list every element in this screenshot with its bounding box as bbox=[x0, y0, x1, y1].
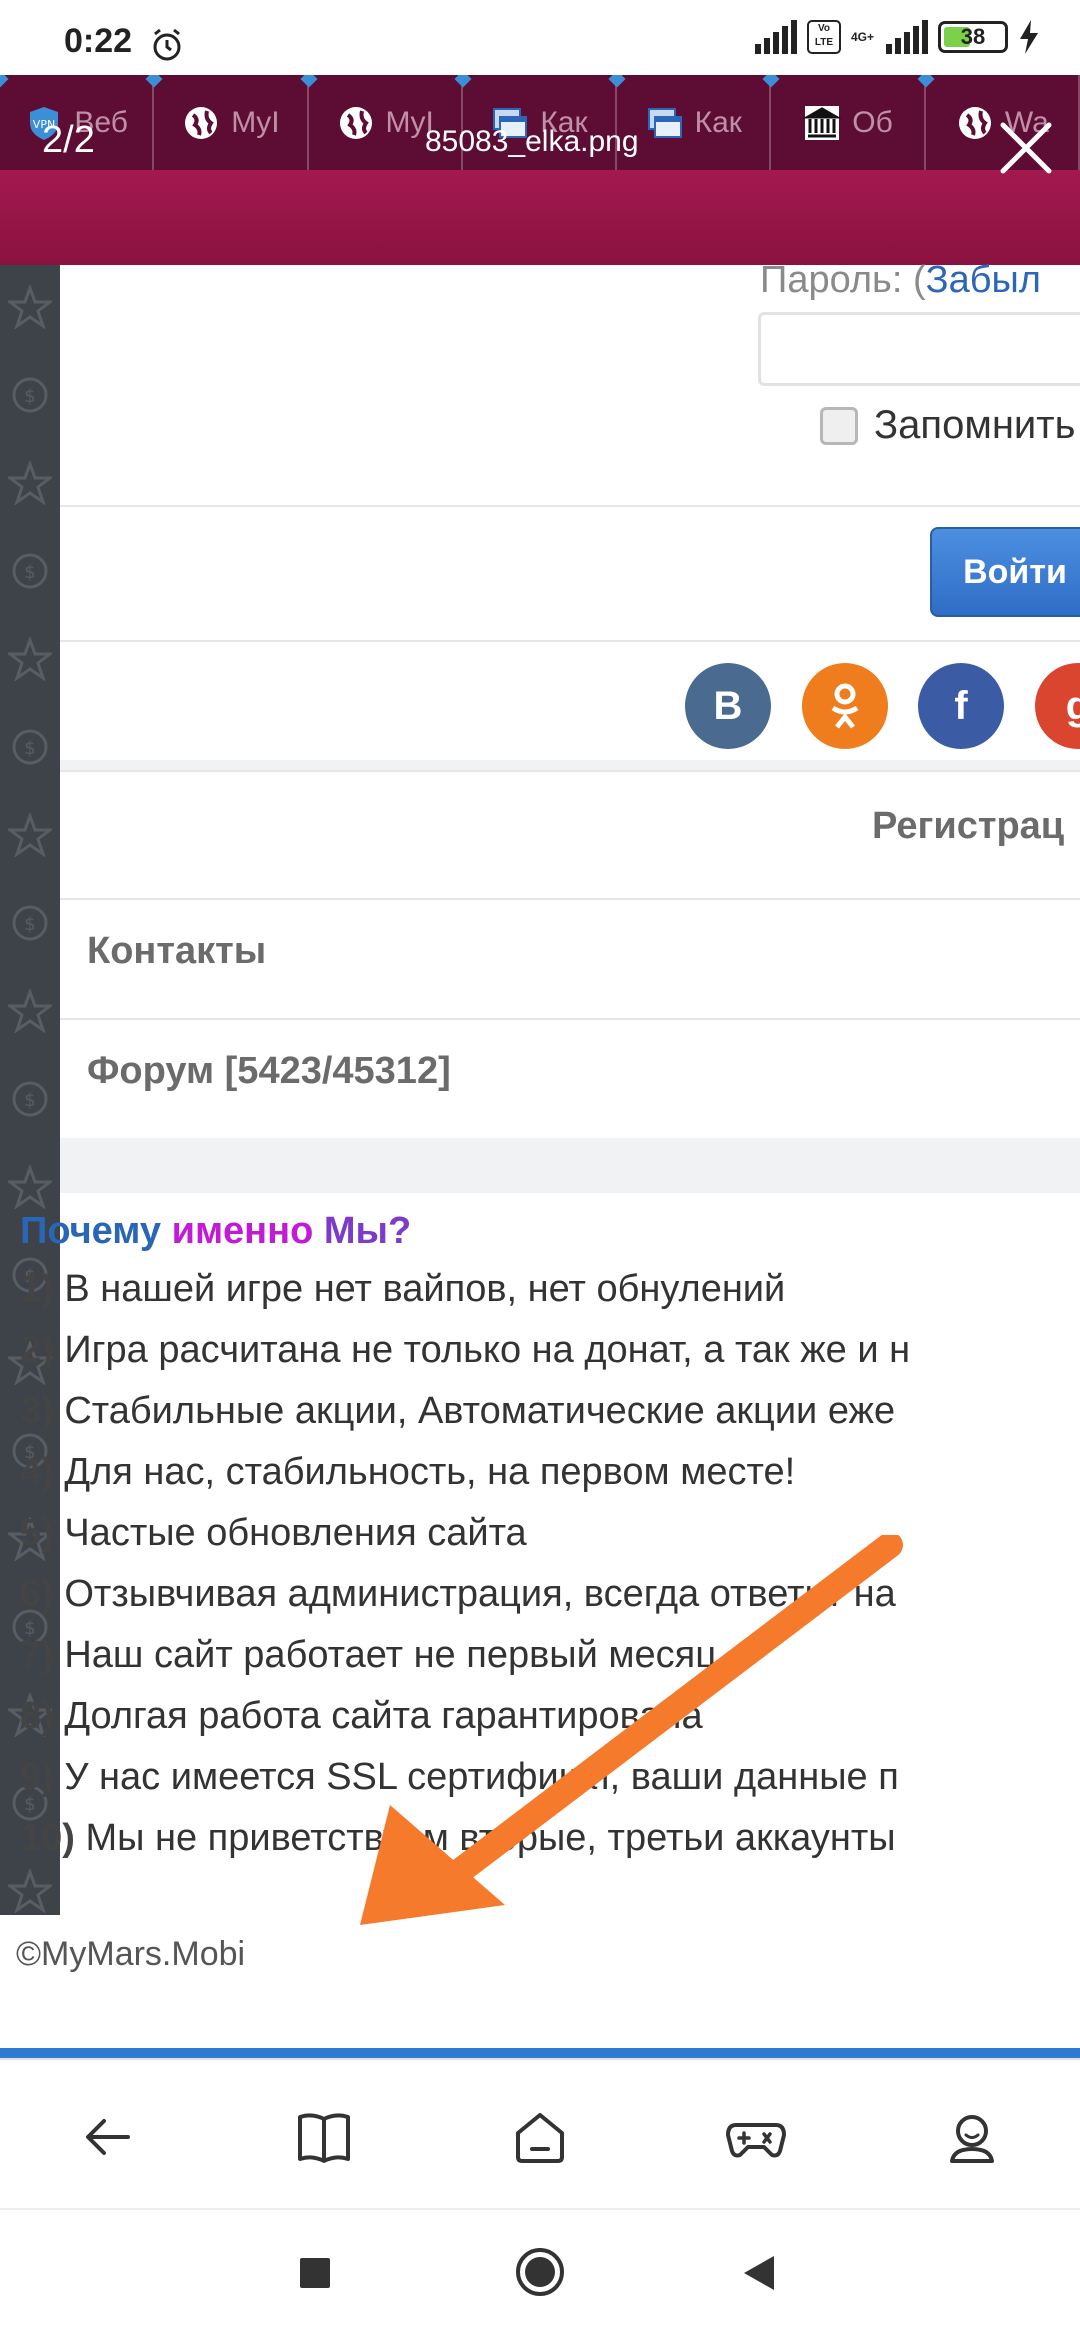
coin-icon: $ bbox=[12, 553, 48, 589]
svg-text:$: $ bbox=[24, 914, 35, 935]
password-field[interactable] bbox=[758, 312, 1080, 386]
reason-text: Игра расчитана не только на донат, а так… bbox=[53, 1329, 911, 1371]
password-label: Пароль: (Забыл bbox=[760, 259, 1041, 301]
system-navigation-bar bbox=[0, 2208, 1080, 2340]
status-bar: 0:22 Vo LTE 4G+ 38 bbox=[0, 0, 1080, 75]
star-icon bbox=[8, 1165, 52, 1209]
charging-icon bbox=[1020, 20, 1038, 54]
star-icon bbox=[8, 637, 52, 681]
home-button-icon[interactable] bbox=[514, 2246, 566, 2298]
star-icon bbox=[8, 461, 52, 505]
signal-icon bbox=[754, 20, 797, 54]
site-header-bar bbox=[0, 170, 1080, 265]
globe-icon bbox=[339, 106, 372, 139]
odnoklassniki-button[interactable] bbox=[802, 663, 888, 749]
reason-text: Для нас, стабильность, на первом месте! bbox=[53, 1451, 796, 1493]
image-filename: 85083_elka.png bbox=[425, 125, 639, 158]
reason-number: 1) bbox=[20, 1268, 54, 1310]
battery-level: 38 bbox=[960, 24, 986, 49]
back-arrow-icon[interactable] bbox=[76, 2105, 140, 2169]
tab-label: Как bbox=[694, 105, 742, 139]
games-icon[interactable] bbox=[724, 2105, 788, 2169]
tab-indicator bbox=[0, 75, 9, 88]
star-icon bbox=[8, 1869, 52, 1913]
reason-number: 5) bbox=[20, 1512, 54, 1554]
reason-number: 10) bbox=[20, 1817, 75, 1859]
horizontal-scrollbar[interactable] bbox=[0, 2048, 1080, 2058]
vk-button[interactable]: B bbox=[685, 663, 771, 749]
profile-icon[interactable] bbox=[940, 2105, 1004, 2169]
reason-text: Стабильные акции, Автоматические акции е… bbox=[53, 1390, 896, 1432]
close-icon[interactable] bbox=[995, 117, 1057, 179]
reason-number: 3) bbox=[20, 1390, 54, 1432]
reason-number: 8) bbox=[20, 1695, 54, 1737]
browser-tab[interactable]: Как bbox=[608, 75, 772, 170]
coin-icon: $ bbox=[12, 377, 48, 413]
register-link[interactable]: Регистрац bbox=[872, 805, 1064, 848]
reason-item: 4) Для нас, стабильность, на первом мест… bbox=[20, 1451, 795, 1494]
tab-label: Об bbox=[852, 105, 893, 139]
battery-icon: 38 bbox=[938, 21, 1008, 53]
coin-icon: $ bbox=[12, 905, 48, 941]
svg-text:$: $ bbox=[24, 562, 35, 583]
reason-number: 9) bbox=[20, 1756, 54, 1798]
reason-number: 2) bbox=[20, 1329, 54, 1371]
bank-icon bbox=[802, 105, 842, 140]
reason-item: 3) Стабильные акции, Автоматические акци… bbox=[20, 1390, 895, 1433]
coin-icon: $ bbox=[12, 729, 48, 765]
browser-tab[interactable]: Об bbox=[762, 75, 926, 170]
why-us-title: Почему именно Мы? bbox=[20, 1210, 412, 1252]
globe-icon bbox=[185, 106, 218, 139]
footer-copyright: ©MyMars.Mobi bbox=[16, 1935, 246, 1973]
network-type: 4G+ bbox=[850, 30, 874, 44]
star-icon bbox=[8, 813, 52, 857]
reason-number: 7) bbox=[20, 1634, 54, 1676]
bookmarks-icon[interactable] bbox=[292, 2105, 356, 2169]
home-icon[interactable] bbox=[508, 2105, 572, 2169]
reason-number: 4) bbox=[20, 1451, 54, 1493]
forum-link[interactable]: Форум [5423/45312] bbox=[87, 1050, 451, 1093]
reason-number: 6) bbox=[20, 1573, 54, 1615]
login-button[interactable]: Войти bbox=[930, 527, 1080, 617]
svg-text:$: $ bbox=[24, 1090, 35, 1111]
tab-label: MyI bbox=[231, 105, 280, 139]
image-counter: 2/2 bbox=[42, 119, 95, 161]
svg-text:$: $ bbox=[24, 738, 35, 759]
status-icons: Vo LTE 4G+ 38 bbox=[753, 20, 1040, 54]
reason-text: В нашей игре нет вайпов, нет обнулений bbox=[53, 1268, 786, 1310]
remember-me[interactable]: Запомнить bbox=[820, 403, 1075, 448]
alarm-icon bbox=[153, 28, 181, 61]
star-icon bbox=[8, 989, 52, 1033]
globe-icon bbox=[958, 106, 991, 139]
facebook-button[interactable]: f bbox=[918, 663, 1004, 749]
browser-bottom-nav bbox=[0, 2058, 1080, 2208]
window-icon bbox=[647, 107, 682, 138]
reason-item: 2) Игра расчитана не только на донат, а … bbox=[20, 1329, 910, 1372]
volte-icon: Vo LTE bbox=[806, 20, 841, 54]
back-triangle-icon[interactable] bbox=[742, 2254, 776, 2292]
remember-checkbox[interactable] bbox=[820, 406, 858, 445]
svg-text:$: $ bbox=[24, 386, 35, 407]
remember-label: Запомнить bbox=[874, 403, 1076, 447]
annotation-arrow bbox=[360, 1535, 903, 1925]
browser-tab[interactable]: MyI bbox=[145, 75, 309, 170]
coin-icon: $ bbox=[12, 1081, 48, 1117]
contacts-link[interactable]: Контакты bbox=[87, 930, 266, 973]
odnoklassniki-icon bbox=[831, 683, 859, 729]
recents-icon[interactable] bbox=[298, 2256, 332, 2290]
forgot-password-link[interactable]: Забыл bbox=[926, 259, 1041, 301]
status-time: 0:22 bbox=[64, 22, 133, 60]
signal-icon-2 bbox=[886, 20, 928, 54]
star-icon bbox=[8, 285, 52, 329]
reason-item: 1) В нашей игре нет вайпов, нет обнулени… bbox=[20, 1268, 785, 1311]
